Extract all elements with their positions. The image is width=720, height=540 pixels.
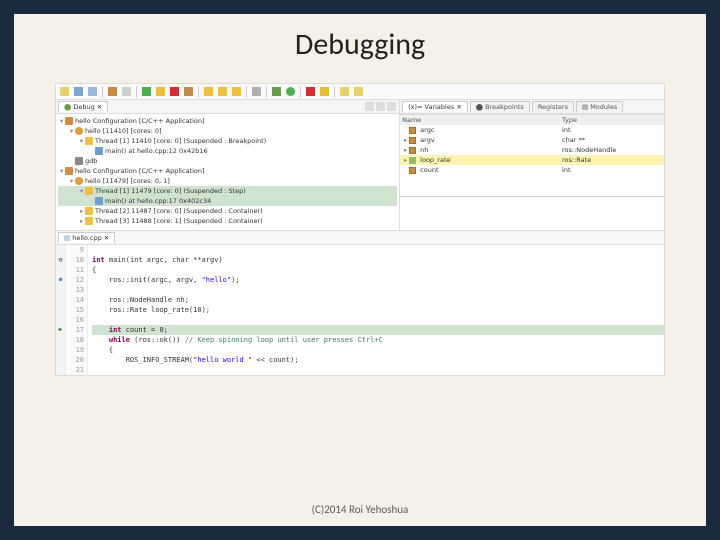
variable-row[interactable]: argcint	[400, 125, 664, 135]
variable-row[interactable]: ▸ nhros::NodeHandle	[400, 145, 664, 155]
editor-tabrow: ▤ hello.cpp ✕	[56, 231, 664, 245]
minimize-icon[interactable]	[387, 102, 396, 111]
variable-detail	[400, 196, 664, 230]
nav-back-icon[interactable]	[340, 87, 349, 96]
collapse-icon[interactable]	[365, 102, 374, 111]
step-into-icon[interactable]	[204, 87, 213, 96]
tab-hello-cpp[interactable]: ▤ hello.cpp ✕	[58, 232, 115, 243]
debug-icon[interactable]	[272, 87, 281, 96]
pause-icon[interactable]	[156, 87, 165, 96]
debug-tree-row[interactable]: gdb	[58, 156, 397, 166]
debug-tree-row[interactable]: ▸Thread [3] 11488 [core: 1] (Suspended :…	[58, 216, 397, 226]
ide-window: ⬤ Debug ✕ ▾hello Configuration [C/C++ Ap…	[55, 83, 665, 376]
tab-registers[interactable]: Registers	[532, 101, 574, 112]
debug-tree-row[interactable]: main() at hello.cpp:12 0x42b16	[58, 146, 397, 156]
debug-tree[interactable]: ▾hello Configuration [C/C++ Application]…	[56, 114, 399, 228]
tab-variables[interactable]: (x)= Variables ✕	[402, 101, 468, 112]
skip-bp-icon[interactable]	[122, 87, 131, 96]
page-title: Debugging	[295, 26, 425, 63]
save-all-icon[interactable]	[88, 87, 97, 96]
new-icon[interactable]	[60, 87, 69, 96]
debug-tree-row[interactable]: ▾hello Configuration [C/C++ Application]	[58, 116, 397, 126]
bug-icon: ⬤	[64, 103, 73, 111]
ext-tool-icon[interactable]	[306, 87, 315, 96]
debug-tree-row[interactable]: ▾hello Configuration [C/C++ Application]	[58, 166, 397, 176]
instr-step-icon[interactable]	[252, 87, 261, 96]
step-over-icon[interactable]	[218, 87, 227, 96]
resume-icon[interactable]	[142, 87, 151, 96]
editor-pane: ▤ hello.cpp ✕ ⊖ ● ▶ 91011121314151617181…	[56, 230, 664, 375]
variables-pane: (x)= Variables ✕ ⬤ Breakpoints Registers…	[400, 100, 664, 230]
nav-fwd-icon[interactable]	[354, 87, 363, 96]
code-area[interactable]: ⊖ ● ▶ 9101112131415161718192021 int main…	[56, 245, 664, 375]
variable-row[interactable]: countint	[400, 165, 664, 175]
debug-tree-row[interactable]: ▾Thread [1] 11479 [core: 0] (Suspended :…	[58, 186, 397, 196]
search-icon[interactable]	[320, 87, 329, 96]
stop-icon[interactable]	[170, 87, 179, 96]
cpp-file-icon: ▤	[64, 234, 72, 242]
variable-row[interactable]: ▸ loop_rateros::Rate	[400, 155, 664, 165]
footer-copyright: (C)2014 Roi Yehoshua	[312, 495, 409, 526]
step-return-icon[interactable]	[232, 87, 241, 96]
variables-grid[interactable]: NameType argcint▸ argvchar **▸ nhros::No…	[400, 114, 664, 196]
debug-tabrow: ⬤ Debug ✕	[56, 100, 399, 114]
variable-row[interactable]: ▸ argvchar **	[400, 135, 664, 145]
debug-tree-row[interactable]: ▾hello [11410] [cores: 0]	[58, 126, 397, 136]
run-icon[interactable]	[286, 87, 295, 96]
tab-breakpoints[interactable]: ⬤ Breakpoints	[470, 101, 530, 112]
debug-tree-row[interactable]: ▾Thread [1] 11410 [core: 0] (Suspended :…	[58, 136, 397, 146]
debug-tree-row[interactable]: ▾hello [11479] [cores: 0, 1]	[58, 176, 397, 186]
main-toolbar	[56, 84, 664, 100]
col-type: Type	[562, 115, 662, 125]
tab-modules[interactable]: ▤ Modules	[576, 101, 623, 112]
tab-debug[interactable]: ⬤ Debug ✕	[58, 101, 108, 112]
vars-tabrow: (x)= Variables ✕ ⬤ Breakpoints Registers…	[400, 100, 664, 114]
disconnect-icon[interactable]	[184, 87, 193, 96]
build-icon[interactable]	[108, 87, 117, 96]
debug-pane: ⬤ Debug ✕ ▾hello Configuration [C/C++ Ap…	[56, 100, 400, 230]
col-name: Name	[402, 115, 562, 125]
save-icon[interactable]	[74, 87, 83, 96]
view-menu-icon[interactable]	[376, 102, 385, 111]
debug-tree-row[interactable]: ▸Thread [2] 11487 [core: 0] (Suspended :…	[58, 206, 397, 216]
debug-tree-row[interactable]: main() at hello.cpp:17 0x402c34	[58, 196, 397, 206]
